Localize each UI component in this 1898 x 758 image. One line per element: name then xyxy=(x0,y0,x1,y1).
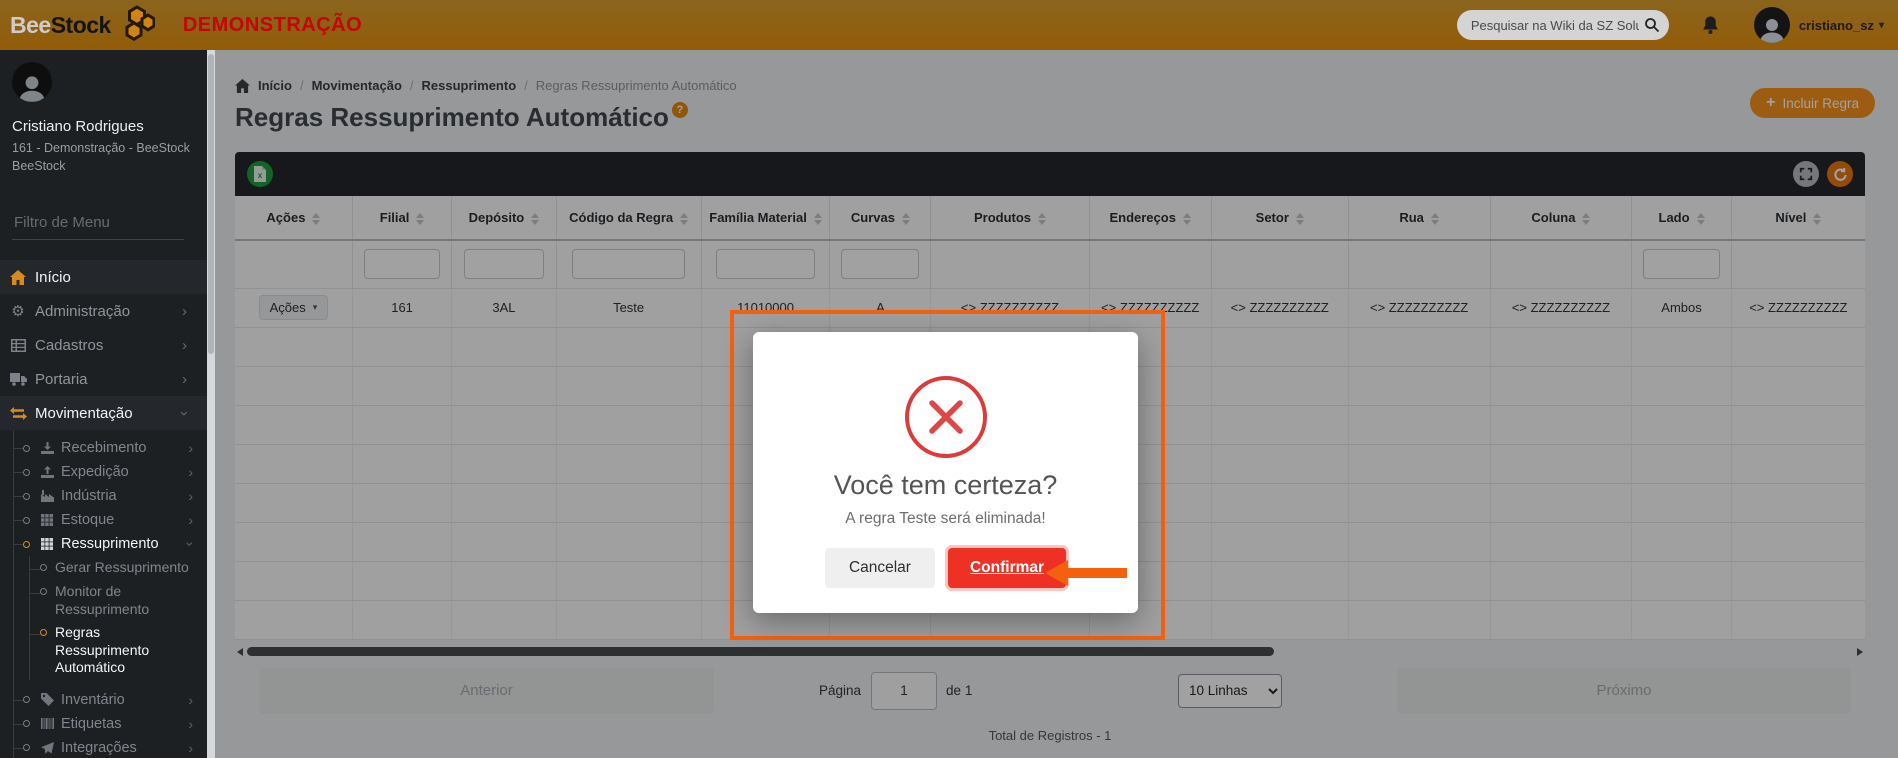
ressuprimento-submenu: Gerar Ressuprimento Monitor de Ressuprim… xyxy=(29,556,207,680)
bullet-icon xyxy=(23,492,30,500)
chevron-right-icon: › xyxy=(188,512,193,528)
sidebar-item-recebimento[interactable]: Recebimento › xyxy=(14,436,207,460)
sidebar-item-etiquetas[interactable]: Etiquetas › xyxy=(14,712,207,736)
factory-icon xyxy=(38,490,56,502)
gears-icon: ⚙ xyxy=(11,303,25,320)
chevron-right-icon: › xyxy=(188,691,193,708)
sidebar-item-monitor-ressuprimento[interactable]: Monitor de Ressuprimento xyxy=(30,580,207,621)
app-window: BeeStock DEMONSTRAÇÃO Pesquisar na Wiki … xyxy=(0,0,1898,758)
home-icon xyxy=(8,269,28,285)
list-icon xyxy=(8,338,28,352)
sidebar-item-cadastros[interactable]: Cadastros › xyxy=(0,328,207,362)
user-avatar[interactable] xyxy=(1753,7,1790,43)
honeycomb-icon xyxy=(117,4,156,46)
sidebar-user-org-line1: 161 - Demonstração - BeeStock xyxy=(12,141,190,155)
dialog-message: A regra Teste será eliminada! xyxy=(845,510,1046,527)
bullet-icon xyxy=(23,540,30,548)
sidebar-menu: Início ⚙ Administração › Cadastros › Por… xyxy=(0,260,207,758)
bullet-icon xyxy=(23,468,30,476)
logo-stock-text: Stock xyxy=(50,11,112,38)
bullet-icon xyxy=(40,629,47,636)
top-header: BeeStock DEMONSTRAÇÃO Pesquisar na Wiki … xyxy=(0,0,1898,50)
sidebar-item-movimentacao[interactable]: Movimentação › xyxy=(0,396,207,430)
sidebar-item-regras-ressuprimento[interactable]: Regras Ressuprimento Automático xyxy=(30,621,207,680)
sidebar-item-gerar-ressuprimento[interactable]: Gerar Ressuprimento xyxy=(30,556,207,580)
truck-icon xyxy=(8,372,28,386)
wiki-search xyxy=(1456,10,1669,40)
chevron-right-icon: › xyxy=(182,302,187,320)
chevron-right-icon: › xyxy=(188,715,193,732)
confirm-button[interactable]: Confirmar xyxy=(947,548,1067,588)
sidebar-item-inventario[interactable]: Inventário › xyxy=(14,688,207,712)
ship-icon xyxy=(38,466,56,478)
environment-label: DEMONSTRAÇÃO xyxy=(182,13,363,36)
sidebar-item-portaria[interactable]: Portaria › xyxy=(0,362,207,396)
bullet-icon xyxy=(40,588,47,595)
search-icon xyxy=(1644,17,1660,38)
chevron-down-icon: › xyxy=(182,541,199,547)
sidebar-item-ressuprimento[interactable]: Ressuprimento › xyxy=(14,532,207,556)
tag-icon xyxy=(38,693,56,706)
error-x-icon xyxy=(903,374,989,460)
chevron-down-icon: ▾ xyxy=(1878,19,1884,31)
main-content: Início / Movimentação / Ressuprimento / … xyxy=(215,50,1898,758)
username: cristiano_sz xyxy=(1798,17,1874,33)
sidebar-item-industria[interactable]: Indústria › xyxy=(14,484,207,508)
sidebar-item-integracoes[interactable]: Integrações › xyxy=(14,736,207,758)
receive-icon xyxy=(38,442,56,454)
chevron-right-icon: › xyxy=(182,336,187,354)
confirm-dialog: Você tem certeza? A regra Teste será eli… xyxy=(753,332,1138,613)
menu-filter-input[interactable] xyxy=(12,208,184,240)
notifications-bell-icon[interactable] xyxy=(1701,15,1720,35)
barcode-icon xyxy=(38,718,56,729)
cancel-button[interactable]: Cancelar xyxy=(824,548,935,588)
beestock-logo[interactable]: BeeStock xyxy=(10,4,156,46)
menu-filter xyxy=(12,208,184,240)
chevron-right-icon: › xyxy=(188,464,193,480)
bullet-icon xyxy=(40,564,47,571)
chevron-right-icon: › xyxy=(182,370,187,388)
grid-icon xyxy=(38,514,56,526)
sidebar-scrollbar[interactable] xyxy=(207,50,215,758)
send-icon xyxy=(38,741,56,754)
sidebar-avatar xyxy=(12,62,52,102)
movimentacao-submenu: Recebimento › Expedição › Indústria › Es… xyxy=(13,430,207,758)
bullet-icon xyxy=(23,696,30,703)
sidebar-user-name: Cristiano Rodrigues xyxy=(12,118,144,135)
logo-bee-text: Bee xyxy=(10,11,51,38)
dialog-title: Você tem certeza? xyxy=(833,470,1058,500)
sidebar-user-block: Cristiano Rodrigues 161 - Demonstração -… xyxy=(0,50,207,175)
bullet-icon xyxy=(23,720,30,727)
sidebar-item-expedicao[interactable]: Expedição › xyxy=(14,460,207,484)
wiki-search-input[interactable] xyxy=(1456,10,1669,40)
chevron-right-icon: › xyxy=(188,488,193,504)
chevron-down-icon: › xyxy=(176,410,193,416)
bullet-icon xyxy=(23,744,30,751)
sidebar-user-org-line2: BeeStock xyxy=(12,158,66,173)
user-menu[interactable]: cristiano_sz ▾ xyxy=(1799,18,1884,33)
chevron-right-icon: › xyxy=(188,739,193,756)
exchange-arrows-icon xyxy=(8,406,28,420)
sidebar-item-estoque[interactable]: Estoque › xyxy=(14,508,207,532)
bullet-icon xyxy=(23,444,30,452)
sidebar: Cristiano Rodrigues 161 - Demonstração -… xyxy=(0,50,207,758)
sidebar-item-inicio[interactable]: Início xyxy=(0,260,207,294)
grid-icon xyxy=(38,538,56,550)
sidebar-item-administracao[interactable]: ⚙ Administração › xyxy=(0,294,207,328)
chevron-right-icon: › xyxy=(188,440,193,456)
bullet-icon xyxy=(23,516,30,524)
